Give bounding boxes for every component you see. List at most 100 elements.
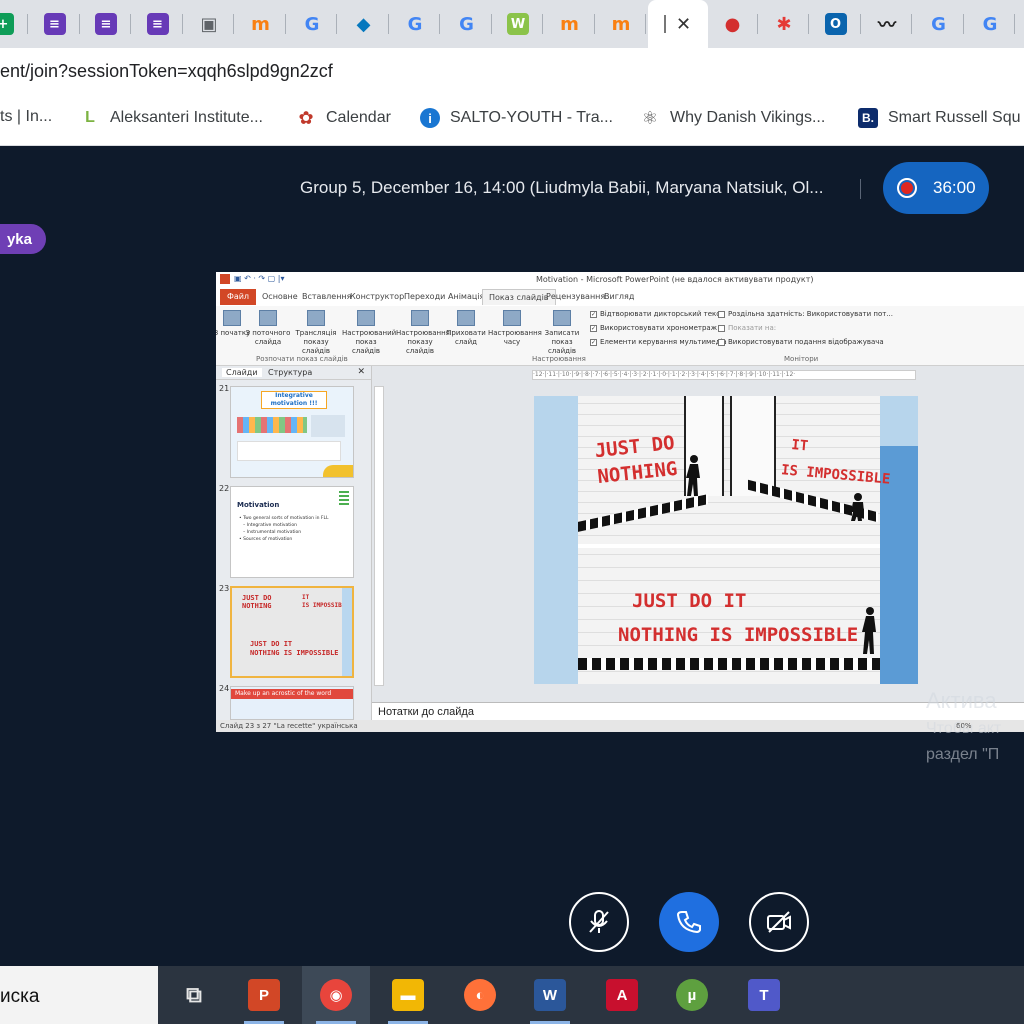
- slide-canvas[interactable]: ·12·|·11·|·10·|·9·|·8·|·7·|·6·|·5·|·4·|·…: [372, 366, 1024, 702]
- bookmark-item[interactable]: i SALTO-YOUTH - Tra...: [420, 108, 613, 128]
- taskbar-app-button[interactable]: W: [516, 966, 584, 1024]
- taskbar-app-button[interactable]: A: [588, 966, 656, 1024]
- wave-icon: 〰: [878, 15, 896, 36]
- ribbon-group-label: Монітори: [784, 355, 819, 363]
- slide-thumbnail[interactable]: Make up an acrostic of the word: [230, 686, 354, 720]
- taskbar-app-button[interactable]: ◉: [302, 966, 370, 1024]
- recording-indicator[interactable]: 36:00: [883, 162, 989, 214]
- photo-graphic: [311, 415, 345, 437]
- person-silhouette: [851, 493, 864, 521]
- shared-screen[interactable]: ▣ ↶ · ↷ ▢ |▾ Motivation - Microsoft Powe…: [216, 272, 1024, 732]
- current-slide[interactable]: JUST DO NOTHING IT IS IMPOSSIBLE JUST DO…: [534, 396, 918, 684]
- url-text[interactable]: ent/join?sessionToken=xqqh6slpd9gn2zcf: [0, 61, 333, 82]
- status-text: Слайд 23 з 27 "La recette" українська: [220, 722, 358, 730]
- ppt-file-tab[interactable]: Файл: [220, 289, 256, 305]
- browser-tab[interactable]: G: [442, 0, 492, 48]
- camera-off-icon: [767, 911, 791, 933]
- ribbon-setup-button[interactable]: Настроювання показу слайдів: [396, 310, 450, 356]
- mute-button[interactable]: [569, 892, 629, 952]
- browser-tab[interactable]: +: [0, 0, 28, 48]
- ppt-tab[interactable]: Конструктор: [350, 292, 404, 301]
- taskbar-app-button[interactable]: ◐: [446, 966, 514, 1024]
- browser-tab[interactable]: m: [545, 0, 595, 48]
- browser-tab[interactable]: m: [596, 0, 646, 48]
- browser-tab[interactable]: G: [914, 0, 964, 48]
- bookmark-item[interactable]: ⚛ Why Danish Vikings...: [640, 108, 825, 128]
- bookmark-item[interactable]: ts | In...: [0, 108, 52, 126]
- bookmark-item[interactable]: ✿ Calendar: [296, 108, 390, 128]
- resolution-select[interactable]: Використовувати пот...: [807, 310, 893, 318]
- ribbon-broadcast-button[interactable]: Трансляція показу слайдів: [292, 310, 340, 356]
- leave-call-button[interactable]: [659, 892, 719, 952]
- salto-icon: i: [420, 108, 440, 128]
- browser-tab[interactable]: G: [965, 0, 1015, 48]
- browser-tab[interactable]: 〰: [862, 0, 912, 48]
- curb: [578, 658, 880, 670]
- browser-tab[interactable]: O: [811, 0, 861, 48]
- powerpoint-icon: [220, 274, 230, 284]
- bookmark-item[interactable]: B. Smart Russell Squ: [858, 108, 1021, 128]
- close-tab-icon[interactable]: ✕: [676, 14, 691, 35]
- browser-tab[interactable]: ≡: [30, 0, 80, 48]
- close-icon[interactable]: ✕: [357, 367, 365, 377]
- thumb-graffiti: JUST DO NOTHING: [242, 594, 272, 610]
- ribbon-checkbox[interactable]: Використовувати подання відображувача: [718, 338, 884, 346]
- ppt-ribbon-tabs: Файл Основне Вставлення Конструктор Пере…: [216, 288, 1024, 306]
- ribbon-record-button[interactable]: Записати показ слайдів: [538, 310, 586, 356]
- ppt-ribbon: З початку З поточного слайда Трансляція …: [216, 306, 1024, 366]
- taskbar-app-button[interactable]: T: [730, 966, 798, 1024]
- google-icon: G: [304, 13, 320, 35]
- browser-tab[interactable]: G: [287, 0, 337, 48]
- slide-left-band: [534, 396, 578, 684]
- ribbon-checkbox[interactable]: ✓ Елементи керування мультимедіа: [590, 338, 727, 346]
- browser-tab[interactable]: ✱: [759, 0, 809, 48]
- ribbon-hide-slide-button[interactable]: Приховати слайд: [442, 310, 490, 347]
- ribbon-custom-show-button[interactable]: Настроюваний показ слайдів: [342, 310, 396, 356]
- browser-tab[interactable]: ≡: [81, 0, 131, 48]
- ppt-tab[interactable]: Анімація: [448, 292, 484, 301]
- outline-tab[interactable]: Структура: [268, 368, 312, 377]
- ppt-tab[interactable]: Основне: [262, 292, 298, 301]
- camera-button[interactable]: [749, 892, 809, 952]
- taskbar-app-button[interactable]: ⧉: [160, 966, 228, 1024]
- browser-tab[interactable]: ●: [708, 0, 758, 48]
- slide-thumbnail-selected[interactable]: JUST DO NOTHING IT IS IMPOSSIBLE JUST DO I…: [230, 586, 354, 678]
- browser-tab[interactable]: m: [236, 0, 286, 48]
- browser-tab[interactable]: ▣: [184, 0, 234, 48]
- ribbon-checkbox[interactable]: ✓ Використовувати хронометраж: [590, 324, 717, 332]
- presenter-badge[interactable]: yka: [0, 224, 46, 254]
- moodle-icon: m: [611, 13, 631, 35]
- browser-tab[interactable]: ✕: [647, 0, 708, 48]
- search-text[interactable]: иска: [0, 986, 39, 1008]
- browser-tab[interactable]: ≡: [133, 0, 183, 48]
- ribbon-checkbox[interactable]: Роздільна здатність: Використовувати пот…: [718, 310, 893, 318]
- ppt-tab[interactable]: Рецензування: [546, 292, 605, 301]
- taskbar-app-button[interactable]: ▬: [374, 966, 442, 1024]
- watermark-line: раздел "П: [926, 746, 1000, 763]
- ppt-tab[interactable]: Вставлення: [302, 292, 351, 301]
- thumb-line: • Sources of motivation: [239, 537, 293, 542]
- taskbar-app-button[interactable]: P: [230, 966, 298, 1024]
- taskbar-app-button[interactable]: µ: [658, 966, 726, 1024]
- word-icon: W: [534, 979, 566, 1011]
- slide-thumbnail[interactable]: Integrative motivation !!!: [230, 386, 354, 478]
- ppt-tab[interactable]: Вигляд: [604, 292, 634, 301]
- thumb-line: • Two general sorts of motivation in FLL: [239, 516, 329, 521]
- browser-tab[interactable]: e: [1017, 0, 1024, 48]
- bookmark-item[interactable]: L Aleksanteri Institute...: [80, 108, 263, 128]
- ribbon-rehearse-button[interactable]: Настроювання часу: [488, 310, 542, 347]
- ppt-tab-selected[interactable]: Показ слайдів: [482, 289, 556, 305]
- ribbon-group-label: Настроювання: [532, 355, 586, 363]
- browser-tab[interactable]: G: [390, 0, 440, 48]
- slide-thumbnail[interactable]: Motivation • Two general sorts of motiva…: [230, 486, 354, 578]
- slides-tab[interactable]: Слайди: [222, 368, 262, 377]
- ribbon-checkbox[interactable]: ✓ Відтворювати дикторський текст: [590, 310, 724, 318]
- forms-icon: ≡: [146, 13, 169, 35]
- ribbon-from-current-button[interactable]: З поточного слайда: [244, 310, 292, 347]
- browser-tab[interactable]: ◆: [339, 0, 389, 48]
- taskbar-search[interactable]: иска: [0, 966, 158, 1024]
- browser-tab[interactable]: W: [493, 0, 543, 48]
- address-bar[interactable]: ent/join?sessionToken=xqqh6slpd9gn2zcf: [0, 48, 1024, 94]
- ribbon-checkbox[interactable]: Показати на:: [718, 324, 776, 332]
- ppt-tab[interactable]: Переходи: [404, 292, 445, 301]
